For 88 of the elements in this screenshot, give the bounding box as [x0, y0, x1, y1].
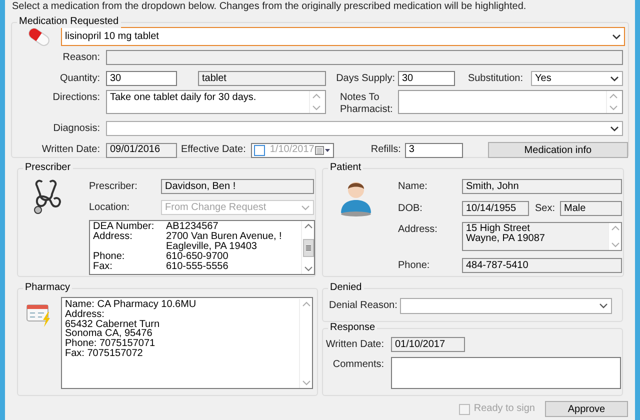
field-label: Location:: [89, 202, 131, 214]
detail-value: AB1234567: [166, 222, 220, 232]
caret-icon: [610, 76, 619, 82]
field-label: Comments:: [332, 359, 384, 371]
directions-field[interactable]: Take one tablet daily for 30 days.: [106, 90, 326, 114]
field-label: Phone:: [398, 260, 431, 272]
field-label: Written Date:: [40, 144, 100, 156]
pharmacy-line: Address:: [65, 310, 104, 320]
caret-icon: [599, 303, 608, 309]
field-label: DOB:: [398, 202, 424, 214]
diagnosis-dropdown[interactable]: [106, 121, 623, 136]
scroll-up-icon[interactable]: [610, 225, 620, 231]
field-label: Days Supply:: [335, 72, 395, 84]
address-line: Wayne, PA 19087: [466, 234, 546, 244]
pharmacy-line: Name: CA Pharmacy 10.6MU: [65, 300, 198, 310]
detail-value: Eagleville, PA 19403: [166, 242, 258, 252]
prescriber-field: Davidson, Ben !: [161, 179, 314, 194]
field-label: Name:: [398, 180, 428, 192]
patient-phone-field: 484-787-5410: [462, 258, 622, 273]
patient-name-field: Smith, John: [462, 179, 622, 194]
detail-value: 610-650-9700: [166, 252, 230, 262]
scroll-up-icon[interactable]: [312, 93, 320, 99]
field-label: Address:: [398, 224, 438, 236]
pharmacy-line: Sonoma CA, 95476: [65, 329, 152, 340]
field-label: Effective Date:: [181, 144, 246, 156]
scroll-down-icon[interactable]: [608, 105, 618, 111]
scroll-down-icon[interactable]: [304, 266, 312, 272]
caret-icon: [610, 126, 619, 132]
written-date-field: 09/01/2016: [106, 142, 177, 158]
days-supply-field[interactable]: 30: [398, 71, 455, 86]
notes-field[interactable]: [398, 90, 623, 114]
field-label: Quantity:: [58, 72, 100, 84]
medication-dropdown[interactable]: lisinopril 10 mg tablet: [61, 27, 625, 46]
field-label: Written Date:: [324, 338, 384, 350]
field-label: Diagnosis:: [52, 122, 100, 134]
person-silhouette-icon: [339, 179, 373, 217]
pharmacy-line: 65432 Cabernet Turn: [65, 320, 161, 330]
field-label: Prescriber:: [89, 180, 138, 192]
field-label: Substitution:: [466, 72, 523, 84]
field-label: Directions:: [52, 92, 100, 104]
scrollbar[interactable]: [608, 223, 621, 250]
field-label: Notes To Pharmacist:: [339, 92, 394, 116]
medication-info-button[interactable]: Medication info: [488, 142, 628, 158]
detail-label: Fax:: [93, 262, 114, 272]
field-label: Refills:: [370, 144, 401, 156]
unit-field: tablet: [198, 71, 326, 86]
denial-reason-dropdown[interactable]: [400, 298, 612, 314]
scroll-up-icon[interactable]: [608, 93, 618, 99]
group-title: Medication Requested: [17, 16, 121, 28]
field-label: Denial Reason:: [329, 300, 398, 312]
sex-field: Male: [560, 201, 622, 216]
pharmacy-line: Phone: 7075157071: [65, 339, 156, 349]
field-label: Reason:: [62, 52, 100, 64]
address-line: 15 High Street: [466, 224, 531, 234]
response-date-field: 01/10/2017: [391, 337, 465, 352]
group-title: Response: [328, 322, 378, 334]
scrollbar[interactable]: [301, 221, 314, 274]
detail-label: Address:: [93, 232, 134, 244]
scrollbar[interactable]: [299, 299, 312, 388]
calendar-dropdown-icon[interactable]: [314, 146, 331, 154]
caret-icon: [301, 204, 310, 210]
instruction-text: Select a medication from the dropdown below. Changes from the originally prescribed medication will be highlighted.: [11, 0, 528, 13]
scroll-up-icon[interactable]: [302, 301, 310, 307]
detail-value: 610-555-5556: [166, 262, 230, 272]
scroll-down-icon[interactable]: [312, 105, 320, 111]
substitution-dropdown[interactable]: Yes: [531, 71, 623, 86]
detail-label: DEA Number:: [93, 222, 156, 232]
detail-label: Phone:: [93, 252, 126, 262]
scrollbar[interactable]: [606, 91, 619, 113]
pharmacy-line: Fax: 7075157072: [65, 348, 144, 359]
approve-button[interactable]: Approve: [545, 401, 628, 417]
comments-field[interactable]: [391, 357, 621, 389]
scroll-up-icon[interactable]: [304, 223, 312, 229]
reason-field[interactable]: [106, 50, 623, 65]
scroll-thumb-icon[interactable]: [302, 238, 314, 256]
detail-value: 2700 Van Buren Avenue, !: [166, 232, 283, 242]
group-title: Pharmacy: [23, 282, 72, 294]
scrollbar[interactable]: [309, 91, 322, 113]
scroll-down-icon[interactable]: [610, 242, 620, 248]
card-lightning-icon: [26, 303, 53, 327]
checkbox[interactable]: [254, 144, 265, 156]
refills-field[interactable]: 3: [404, 142, 463, 158]
dob-field: 10/14/1955: [462, 201, 529, 216]
caret-icon: [612, 34, 621, 40]
field-label: Sex:: [535, 202, 556, 214]
stethoscope-icon: [34, 179, 63, 215]
quantity-field[interactable]: 30: [106, 71, 177, 86]
scroll-down-icon[interactable]: [302, 380, 310, 386]
